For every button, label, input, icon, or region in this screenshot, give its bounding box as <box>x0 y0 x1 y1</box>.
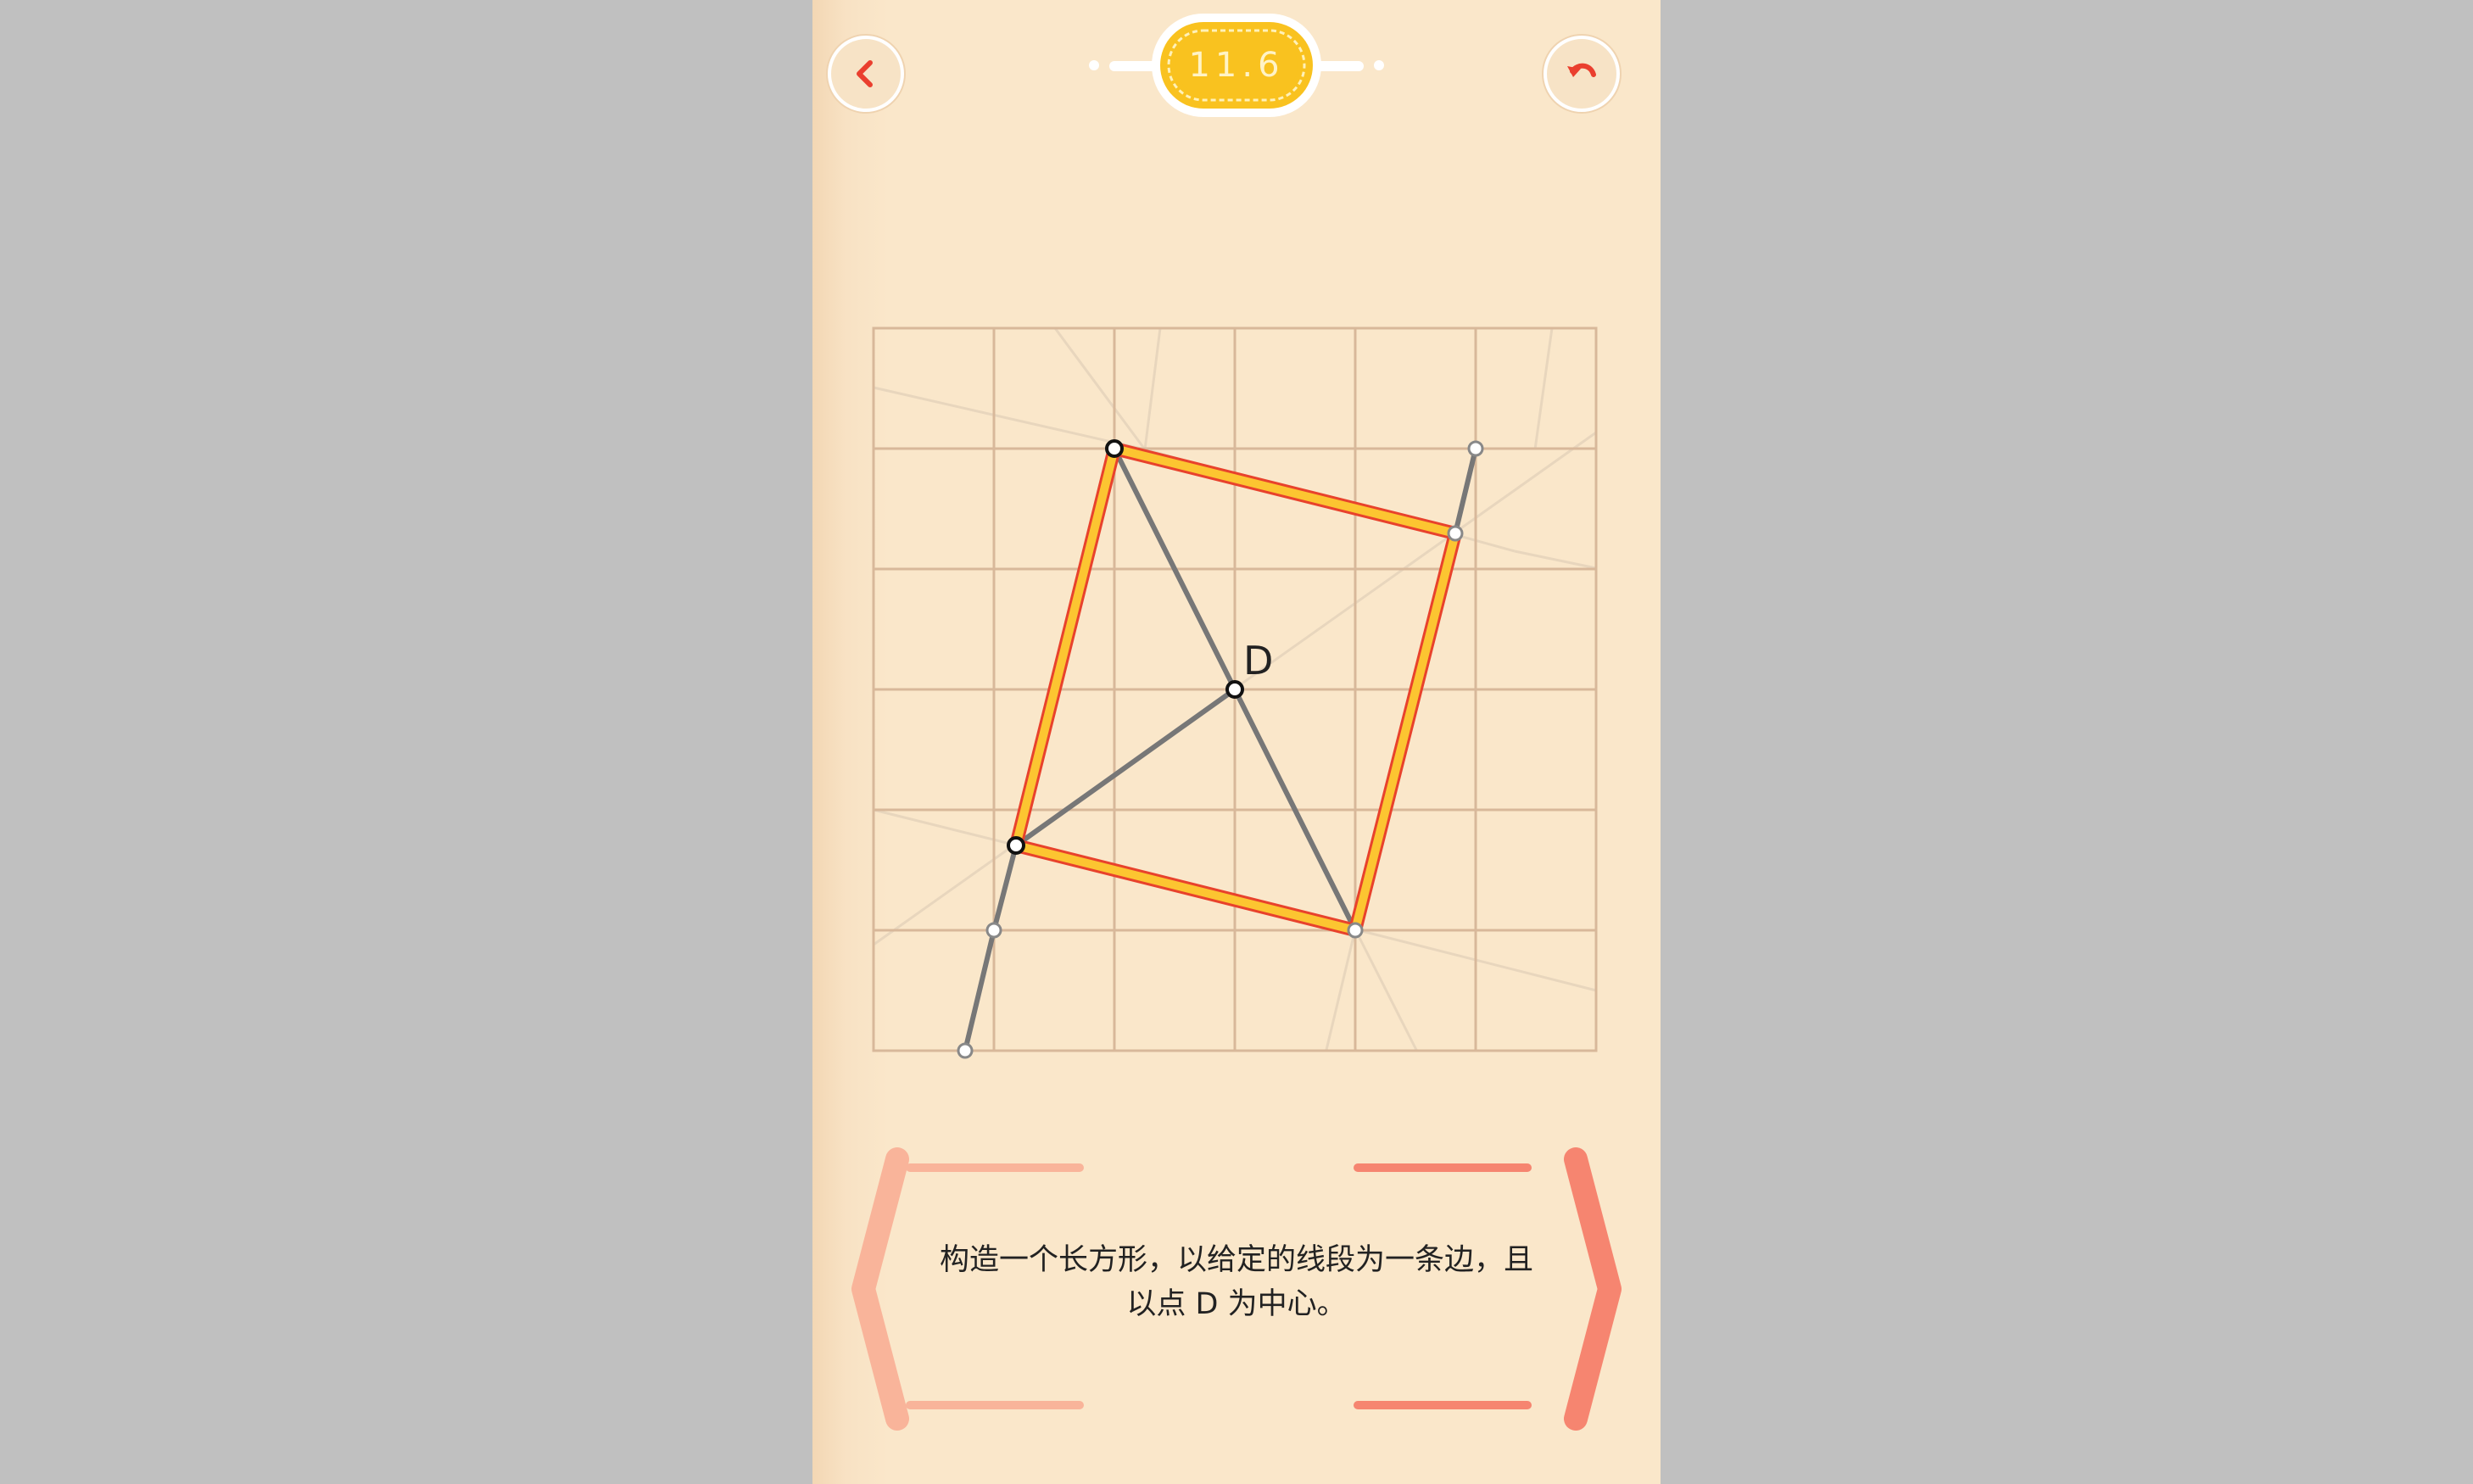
level-number: 11.6 <box>1188 46 1285 85</box>
instruction-line-1: 构造一个长方形，以给定的线段为一条边，且 <box>939 1243 1533 1277</box>
segment-endpoint[interactable] <box>1007 836 1025 855</box>
point-d[interactable] <box>1225 680 1244 699</box>
point-grey[interactable] <box>1347 922 1364 939</box>
bottom-right-deco <box>1354 1401 1532 1409</box>
point-grey[interactable] <box>957 1042 974 1059</box>
point-grey[interactable] <box>1467 440 1484 457</box>
key-points[interactable] <box>1007 439 1244 855</box>
point-d-label: D <box>1243 638 1274 683</box>
top-right-deco <box>1354 1163 1532 1172</box>
point-grey[interactable] <box>1447 525 1464 542</box>
point-grey[interactable] <box>985 922 1002 939</box>
instruction-text: 构造一个长方形，以给定的线段为一条边，且 以点 D 为中心。 <box>897 1238 1576 1326</box>
segment-endpoint[interactable] <box>1105 439 1124 458</box>
game-screen: 11.6 D 构造一个长方形，以给定的线段为一条边，且 以点 D 为中心。 <box>812 0 1661 1484</box>
instruction-line-2: 以点 D 为中心。 <box>1126 1287 1347 1321</box>
